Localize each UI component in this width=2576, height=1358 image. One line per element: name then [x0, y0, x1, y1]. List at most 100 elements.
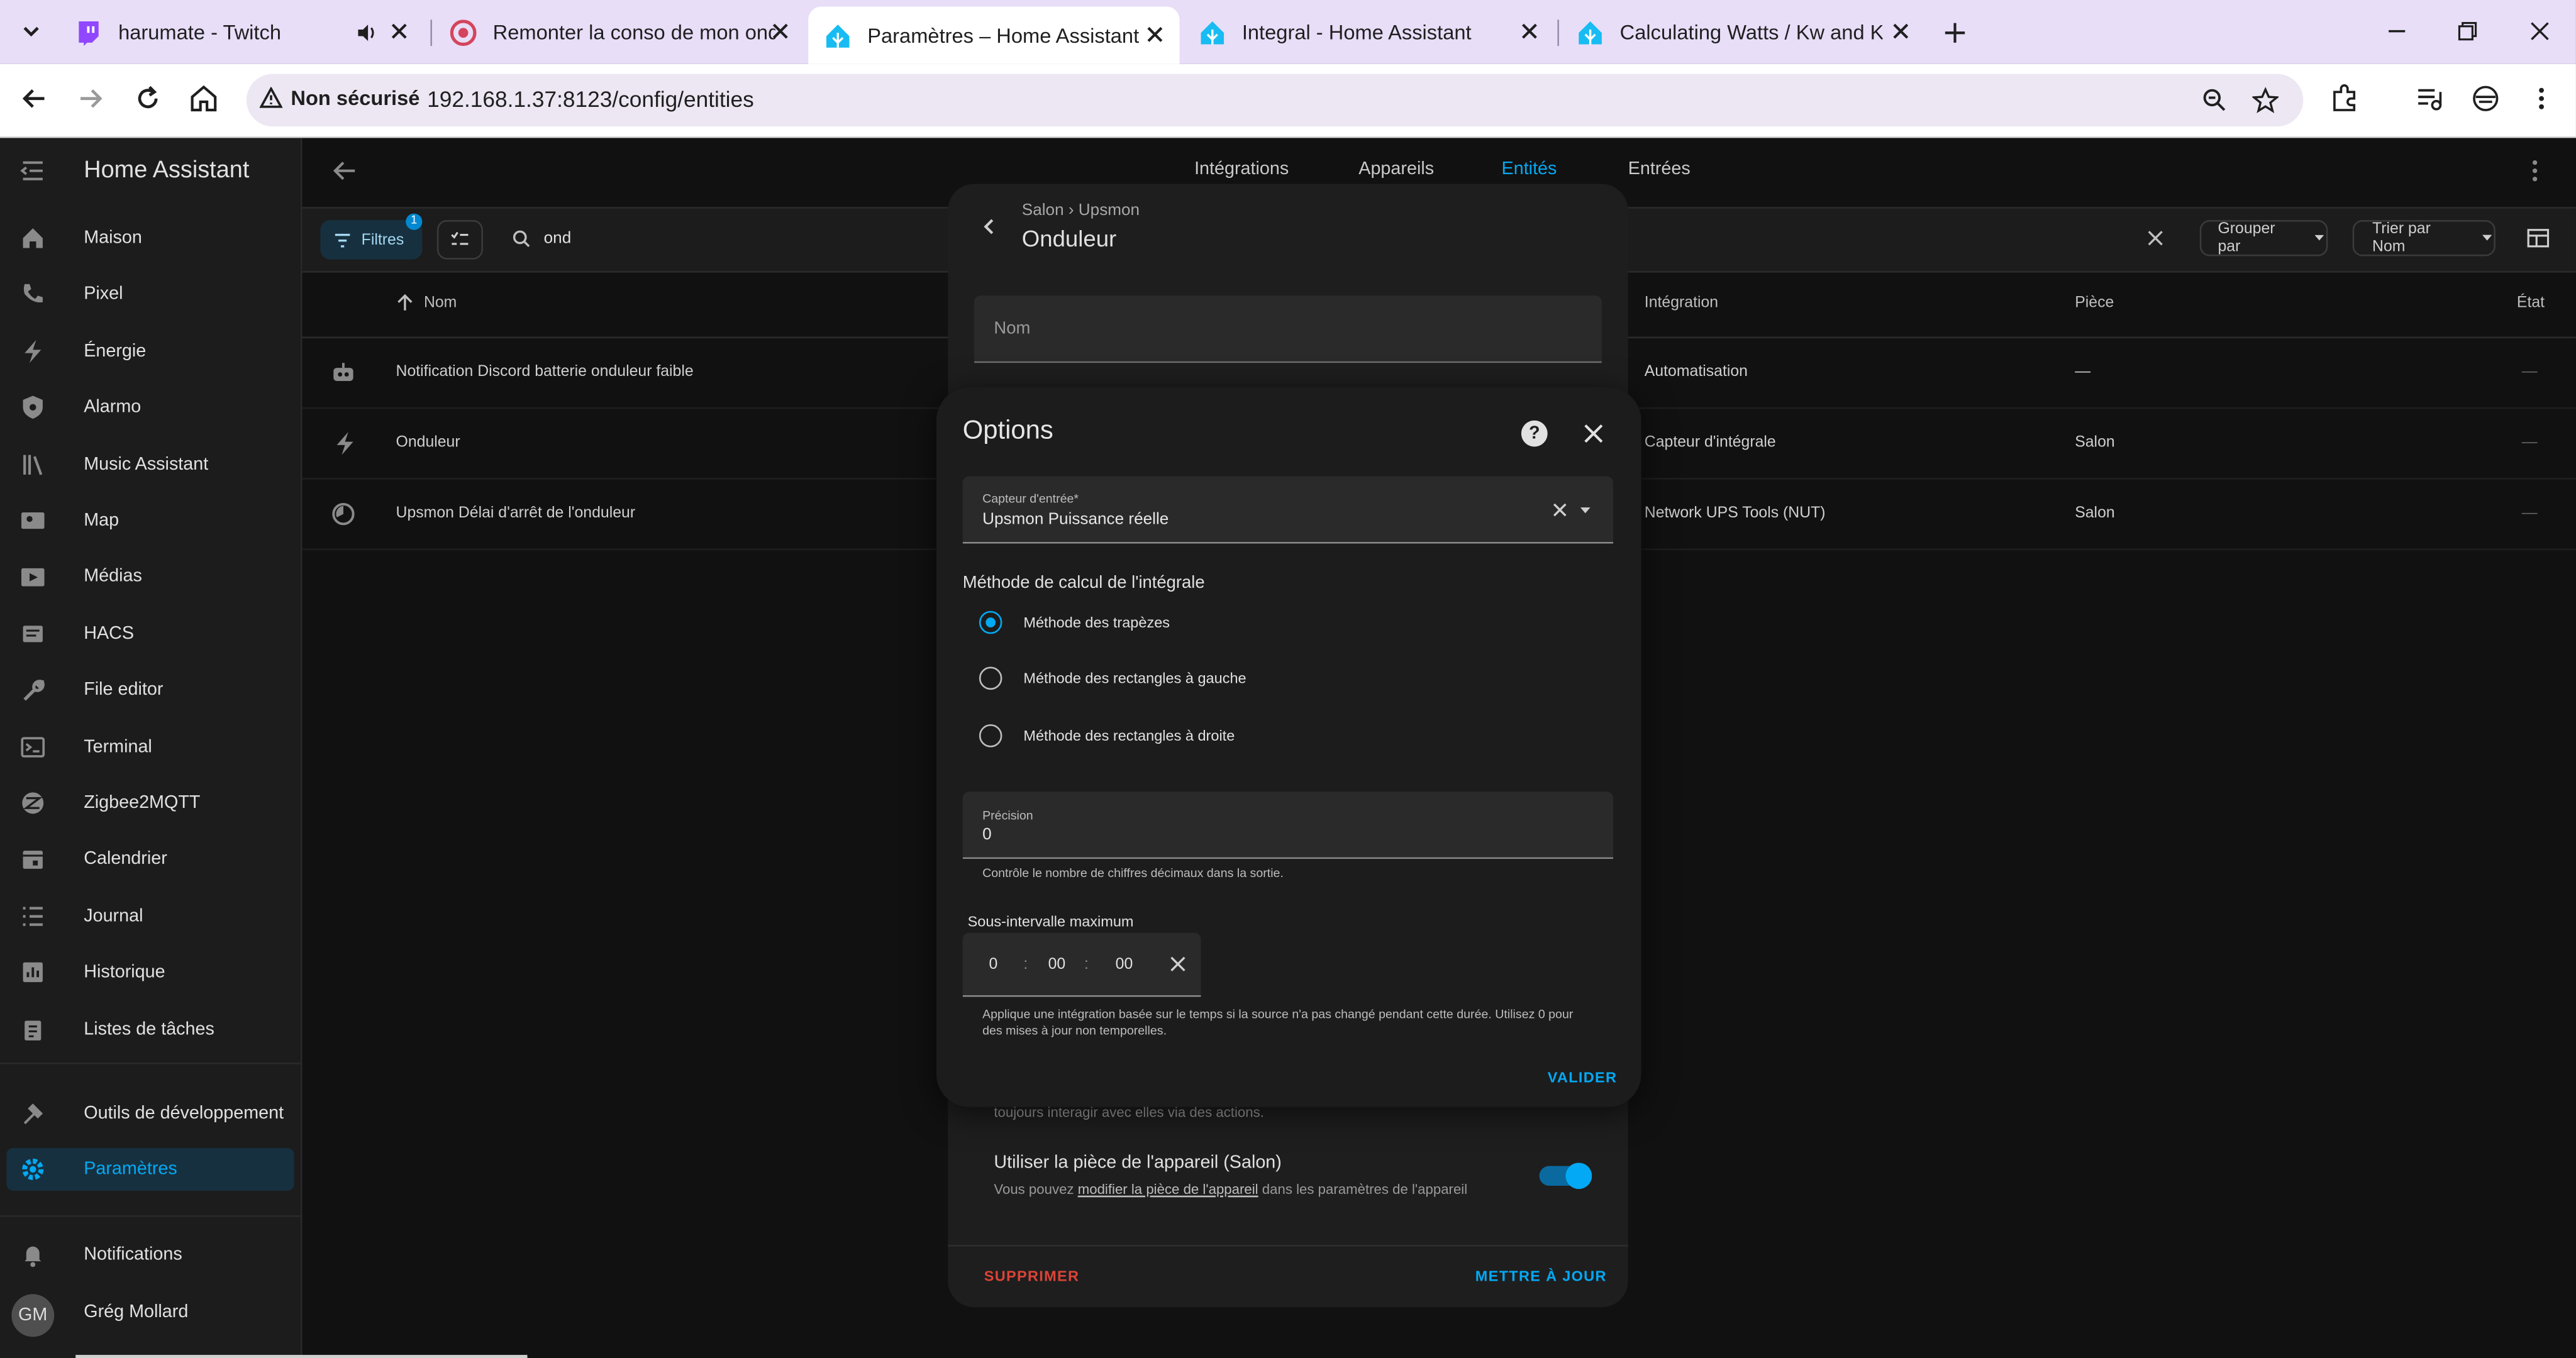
clear-search-icon[interactable]: [2147, 230, 2163, 246]
validate-button[interactable]: VALIDER: [1548, 1069, 1618, 1086]
extensions-icon[interactable]: [2329, 84, 2359, 113]
precision-label: Précision: [982, 808, 1033, 823]
profile-icon[interactable]: [2471, 84, 2501, 113]
minimize-icon[interactable]: [2385, 19, 2409, 43]
browser-tab-settings[interactable]: Paramètres – Home Assistant: [808, 6, 1180, 64]
browser-menu-icon[interactable]: [2530, 84, 2553, 113]
column-header-status[interactable]: État: [2517, 294, 2545, 312]
sidebar-item-notifications[interactable]: Notifications: [6, 1234, 294, 1276]
close-tab-icon[interactable]: [1518, 19, 1541, 43]
sidebar-item-music-assistant[interactable]: Music Assistant: [6, 443, 294, 485]
update-button[interactable]: METTRE À JOUR: [1475, 1268, 1607, 1284]
tab-search-chevron-icon[interactable]: [19, 19, 43, 43]
new-tab-icon[interactable]: [1942, 19, 1968, 46]
sidebar-item-historique[interactable]: Historique: [6, 951, 294, 994]
radio-right-rectangles[interactable]: [979, 724, 1002, 748]
horizontal-scrollbar[interactable]: [75, 1355, 528, 1358]
sidebar-item-terminal[interactable]: Terminal: [6, 726, 294, 768]
chevron-left-icon[interactable]: [979, 217, 999, 236]
tab-entities[interactable]: Entités: [1502, 159, 1557, 179]
duration-hours[interactable]: 0: [989, 956, 998, 974]
input-sensor-value: Upsmon Puissance réelle: [982, 511, 1169, 529]
table-settings-icon[interactable]: [2527, 228, 2550, 248]
sidebar-item-hacs[interactable]: HACS: [6, 612, 294, 655]
column-header-name[interactable]: Nom: [424, 294, 457, 312]
column-header-area[interactable]: Pièce: [2075, 294, 2114, 312]
tab-integrations[interactable]: Intégrations: [1194, 159, 1289, 179]
clear-duration-icon[interactable]: [1170, 956, 1186, 972]
tab-helpers[interactable]: Entrées: [1628, 159, 1690, 179]
browser-tab-forum[interactable]: Remonter la conso de mon ond: [434, 8, 805, 56]
gear-icon: [22, 1158, 44, 1180]
browser-tab-twitch[interactable]: harumate - Twitch: [59, 8, 424, 56]
duration-seconds[interactable]: 00: [1116, 956, 1133, 974]
sidebar-item-zigbee2mqtt[interactable]: Zigbee2MQTT: [6, 781, 294, 824]
radio-trapezoidal[interactable]: [979, 610, 1002, 634]
clear-icon[interactable]: [1553, 502, 1568, 517]
sidebar-item-map[interactable]: Map: [6, 499, 294, 542]
search-icon: [513, 230, 530, 248]
tab-title: Paramètres – Home Assistant: [867, 23, 1140, 47]
address-bar[interactable]: Non sécurisé 192.168.1.37:8123/config/en…: [246, 74, 2304, 127]
close-window-icon[interactable]: [2528, 19, 2551, 43]
column-header-integration[interactable]: Intégration: [1645, 294, 1718, 312]
sidebar-item-label: Maison: [84, 228, 142, 248]
browser-toolbar: Non sécurisé 192.168.1.37:8123/config/en…: [0, 63, 2576, 138]
sidebar-item-listes-de-t-ches[interactable]: Listes de tâches: [6, 1008, 294, 1051]
zoom-icon[interactable]: [2201, 87, 2228, 113]
back-arrow-icon[interactable]: [332, 158, 358, 184]
home-assistant-icon: [1579, 20, 1602, 44]
media-control-icon[interactable]: [2415, 84, 2445, 113]
modify-device-area-link[interactable]: modifier la pièce de l'appareil: [1078, 1181, 1258, 1197]
filters-count-badge: 1: [406, 213, 423, 230]
dropdown-arrow-icon[interactable]: [1579, 504, 1592, 517]
sidebar-item-label: Listes de tâches: [84, 1019, 214, 1039]
home-icon[interactable]: [187, 82, 220, 115]
close-tab-icon[interactable]: [1889, 19, 1913, 43]
precision-field[interactable]: Précision 0: [962, 792, 1614, 859]
browser-tab-integral[interactable]: Integral - Home Assistant: [1183, 8, 1554, 56]
back-icon[interactable]: [18, 82, 51, 115]
sort-ascending-icon[interactable]: [396, 294, 414, 312]
sidebar-item-journal[interactable]: Journal: [6, 895, 294, 937]
duration-minutes[interactable]: 00: [1048, 956, 1066, 974]
avatar[interactable]: GM: [11, 1294, 55, 1337]
sidebar-title: Home Assistant: [84, 157, 250, 184]
duration-input[interactable]: 0 : 00 : 00: [962, 932, 1201, 997]
selection-mode-button[interactable]: [436, 220, 483, 260]
dialog-title: Onduleur: [1021, 224, 1117, 251]
close-icon[interactable]: [1582, 422, 1606, 445]
sidebar-item-dev-tools[interactable]: Outils de développement: [6, 1092, 294, 1135]
close-tab-icon[interactable]: [769, 19, 792, 43]
browser-tab-watts[interactable]: Calculating Watts / Kw and KWh: [1561, 8, 1926, 56]
security-indicator[interactable]: Non sécurisé: [259, 87, 419, 110]
restore-icon[interactable]: [2456, 19, 2479, 43]
forward-icon[interactable]: [74, 82, 107, 115]
delete-button[interactable]: SUPPRIMER: [984, 1268, 1080, 1284]
sidebar-item-settings[interactable]: Paramètres: [6, 1147, 294, 1191]
radio-label: Méthode des rectangles à gauche: [1023, 670, 1246, 687]
reload-icon[interactable]: [131, 82, 164, 115]
input-sensor-select[interactable]: Capteur d'entrée* Upsmon Puissance réell…: [962, 476, 1614, 544]
close-tab-icon[interactable]: [387, 19, 411, 43]
sidebar-item-pixel[interactable]: Pixel: [6, 273, 294, 316]
menu-collapse-icon[interactable]: [19, 158, 46, 184]
sidebar-item-m-dias[interactable]: Médias: [6, 556, 294, 599]
sidebar-item-file-editor[interactable]: File editor: [6, 669, 294, 712]
use-device-area-toggle[interactable]: [1539, 1162, 1592, 1190]
sidebar-item-calendrier[interactable]: Calendrier: [6, 838, 294, 881]
overflow-menu-icon[interactable]: [2525, 158, 2545, 184]
tab-devices[interactable]: Appareils: [1358, 159, 1434, 179]
speaker-icon[interactable]: [355, 21, 378, 45]
sort-by-select[interactable]: Trier par Nom: [2352, 220, 2496, 257]
help-icon[interactable]: ?: [1521, 420, 1548, 447]
name-field[interactable]: Nom: [974, 295, 1602, 363]
search-input[interactable]: ond: [544, 230, 572, 248]
close-tab-icon[interactable]: [1143, 23, 1167, 47]
sidebar-item--nergie[interactable]: Énergie: [6, 330, 294, 373]
group-by-select[interactable]: Grouper par: [2199, 220, 2328, 257]
sidebar-item-alarmo[interactable]: Alarmo: [6, 386, 294, 429]
radio-left-rectangles[interactable]: [979, 666, 1002, 690]
sidebar-item-maison[interactable]: Maison: [6, 217, 294, 260]
bookmark-star-icon[interactable]: [2252, 87, 2279, 114]
